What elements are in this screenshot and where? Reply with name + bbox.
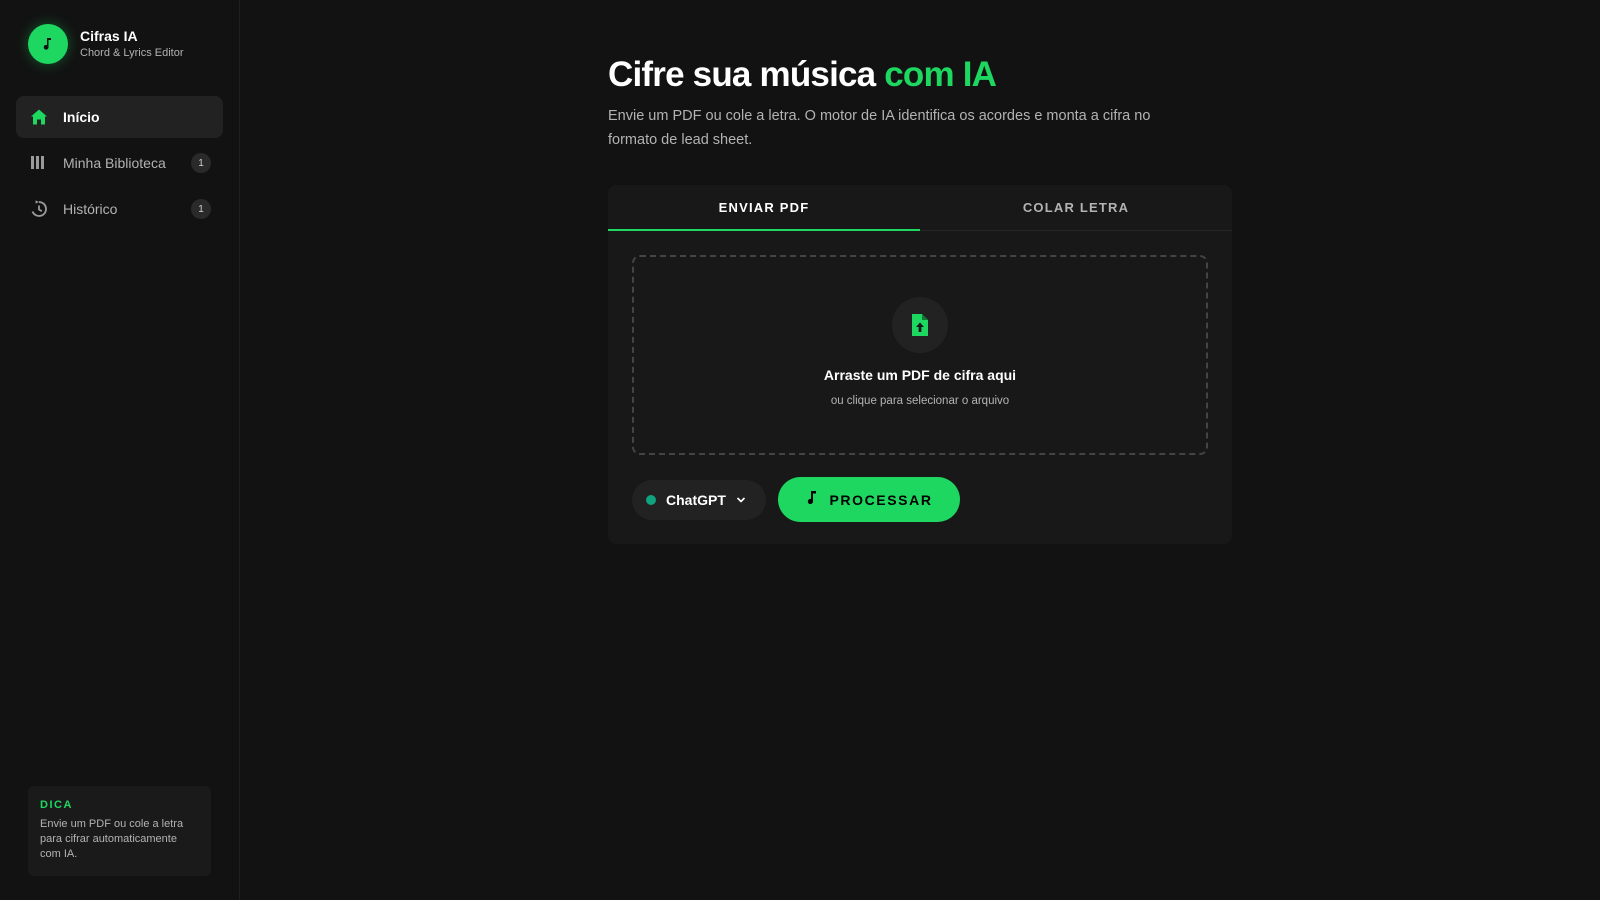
input-card: ENVIAR PDF COLAR LETRA Arraste um PDF de…: [608, 185, 1232, 544]
main-content: Cifre sua música com IA Envie um PDF ou …: [608, 52, 1233, 544]
file-upload-icon: [892, 297, 948, 353]
tab-colar-letra[interactable]: COLAR LETRA: [920, 185, 1232, 230]
page-title-prefix: Cifre sua música: [608, 55, 885, 94]
count-badge: 1: [191, 199, 211, 219]
process-button-label: PROCESSAR: [829, 491, 933, 508]
page-description: Envie um PDF ou cole a letra. O motor de…: [608, 108, 1151, 148]
tab-enviar-pdf[interactable]: ENVIAR PDF: [608, 185, 920, 231]
dropzone-title: Arraste um PDF de cifra aqui: [823, 367, 1017, 383]
model-status-dot: [646, 494, 656, 505]
process-button[interactable]: PROCESSAR: [778, 477, 960, 522]
sidebar-item-label: Minha Biblioteca: [63, 155, 166, 171]
music-note-icon: [805, 490, 819, 509]
page-title-accent: com IA: [884, 55, 997, 94]
tab-bar: ENVIAR PDF COLAR LETRA: [608, 185, 1232, 231]
tip-title: DICA: [40, 799, 73, 811]
pdf-dropzone[interactable]: Arraste um PDF de cifra aqui ou clique p…: [632, 255, 1208, 455]
history-icon: [29, 199, 49, 219]
tip-text: Envie um PDF ou cole a letra para cifrar…: [40, 818, 184, 860]
sidebar-item-label: Histórico: [63, 201, 118, 217]
model-select[interactable]: ChatGPT: [632, 479, 766, 520]
library-icon: [29, 153, 49, 173]
tip-card: DICA Envie um PDF ou cole a letra para c…: [28, 786, 211, 876]
chevron-down-icon: [736, 495, 746, 505]
brand-subtitle: Chord & Lyrics Editor: [80, 47, 184, 59]
sidebar-item-historico[interactable]: Histórico 1: [16, 188, 223, 230]
music-note-icon: [28, 24, 68, 64]
sidebar-item-inicio[interactable]: Início: [16, 96, 223, 138]
dropzone-subtitle: ou clique para selecionar o arquivo: [830, 395, 1010, 407]
brand[interactable]: Cifras IA Chord & Lyrics Editor: [28, 24, 184, 64]
brand-name: Cifras IA: [80, 28, 138, 44]
sidebar: Cifras IA Chord & Lyrics Editor Início M…: [0, 0, 240, 900]
sidebar-nav: Início Minha Biblioteca 1 Histórico 1: [16, 96, 223, 234]
sidebar-item-label: Início: [63, 109, 100, 125]
model-select-value: ChatGPT: [666, 491, 726, 508]
page-title: Cifre sua música com IA: [608, 52, 1233, 98]
home-icon: [29, 107, 49, 127]
sidebar-item-biblioteca[interactable]: Minha Biblioteca 1: [16, 142, 223, 184]
count-badge: 1: [191, 153, 211, 173]
action-controls: ChatGPT PROCESSAR: [632, 477, 960, 522]
